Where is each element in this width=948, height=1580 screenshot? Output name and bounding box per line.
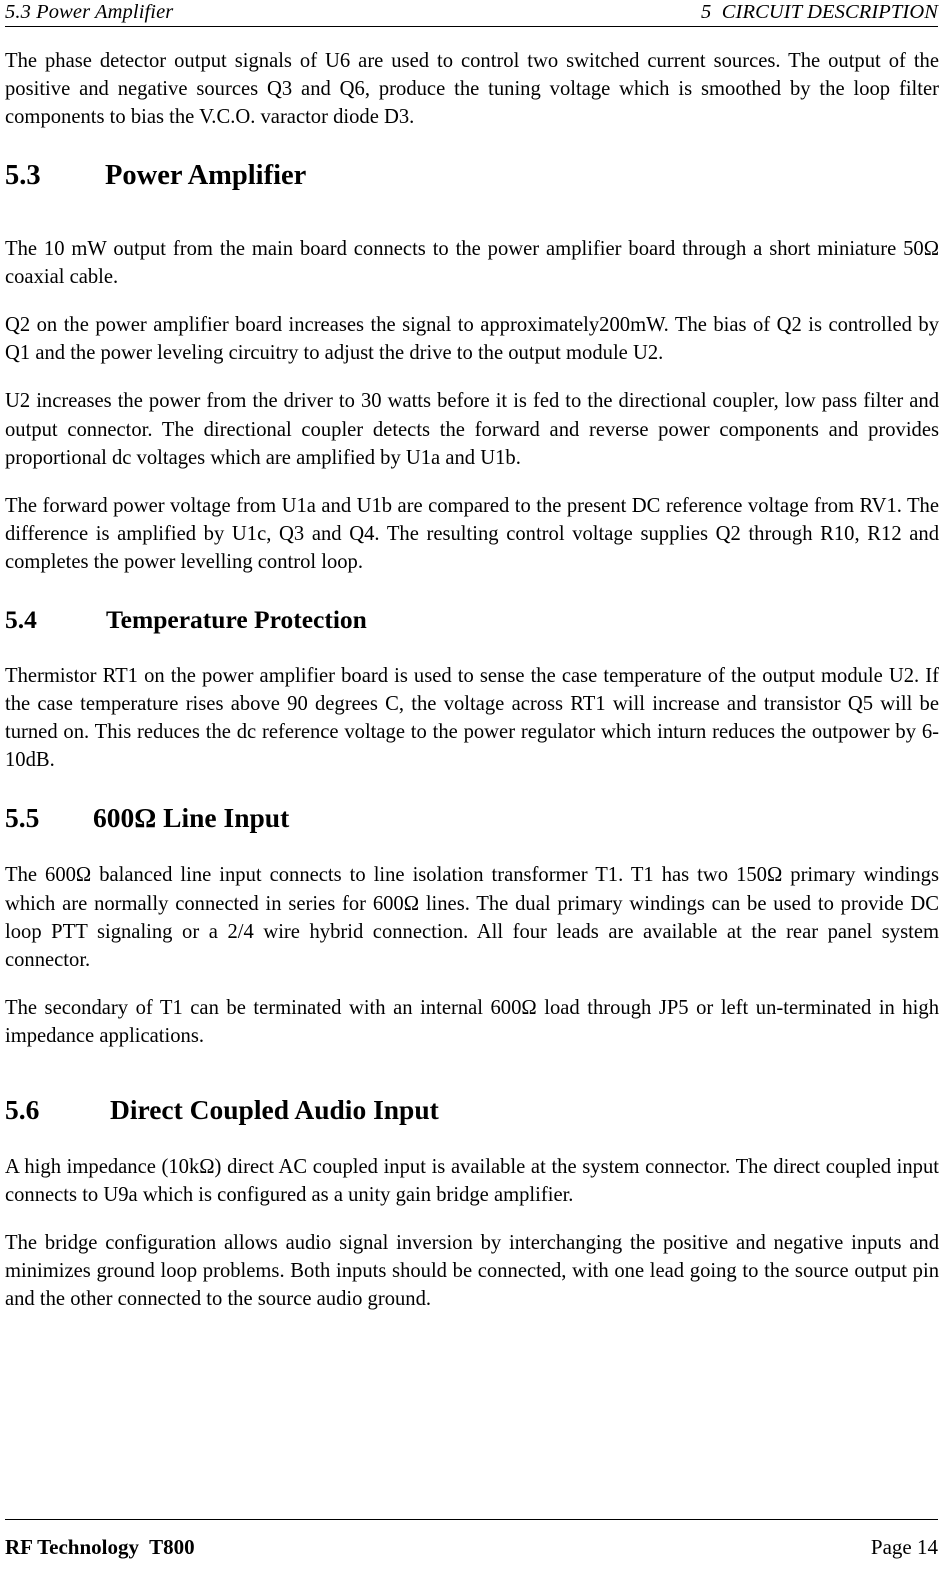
heading-5-4-number: 5.4 (5, 604, 37, 634)
paragraph-5-3-3: U2 increases the power from the driver t… (5, 390, 939, 469)
intro-paragraph: The phase detector output signals of U6 … (5, 50, 939, 129)
footer-product-name: RF Technology T800 (5, 1535, 195, 1559)
heading-5-6-title: Direct Coupled Audio Input (110, 1093, 439, 1125)
document-page: 5.3 Power Amplifier 5 CIRCUIT DESCRIPTIO… (0, 0, 948, 1580)
footer-divider-rule (5, 1519, 938, 1520)
header-chapter-title: 5 CIRCUIT DESCRIPTION (700, 1, 938, 23)
paragraph-5-4-1: Thermistor RT1 on the power amplifier bo… (5, 664, 939, 772)
heading-5-3-number: 5.3 (5, 159, 41, 191)
heading-5-4-title: Temperature Protection (106, 604, 367, 634)
header-divider-rule (5, 26, 938, 27)
paragraph-5-3-1: The 10 mW output from the main board con… (5, 237, 939, 288)
paragraph-5-6-2: The bridge configuration allows audio si… (5, 1232, 939, 1311)
heading-5-6-number: 5.6 (5, 1093, 40, 1125)
heading-5-3: 5.3 Power Amplifier (5, 159, 939, 193)
heading-5-6: 5.6 Direct Coupled Audio Input (5, 1093, 939, 1126)
heading-5-5-title: 600Ω Line Input (93, 802, 290, 834)
heading-5-3-title: Power Amplifier (105, 159, 307, 191)
header-section-title: 5.3 Power Amplifier (5, 1, 174, 23)
paragraph-5-5-2: The secondary of T1 can be terminated wi… (5, 997, 939, 1048)
heading-5-5: 5.5 600Ω Line Input (5, 801, 939, 834)
document-body: The phase detector output signals of U6 … (5, 47, 939, 1314)
paragraph-5-3-2: Q2 on the power amplifier board increase… (5, 314, 939, 365)
page-footer: RF Technology T800 Page 14 (5, 1534, 938, 1560)
footer-page-number: Page 14 (870, 1535, 938, 1559)
page-header: 5.3 Power Amplifier 5 CIRCUIT DESCRIPTIO… (5, 0, 938, 24)
paragraph-5-3-4: The forward power voltage from U1a and U… (5, 495, 939, 574)
heading-5-5-number: 5.5 (5, 802, 40, 834)
paragraph-5-6-1: A high impedance (10kΩ) direct AC couple… (5, 1155, 939, 1206)
paragraph-5-5-1: The 600Ω balanced line input connects to… (5, 864, 939, 972)
heading-5-4: 5.4 Temperature Protection (5, 604, 939, 635)
